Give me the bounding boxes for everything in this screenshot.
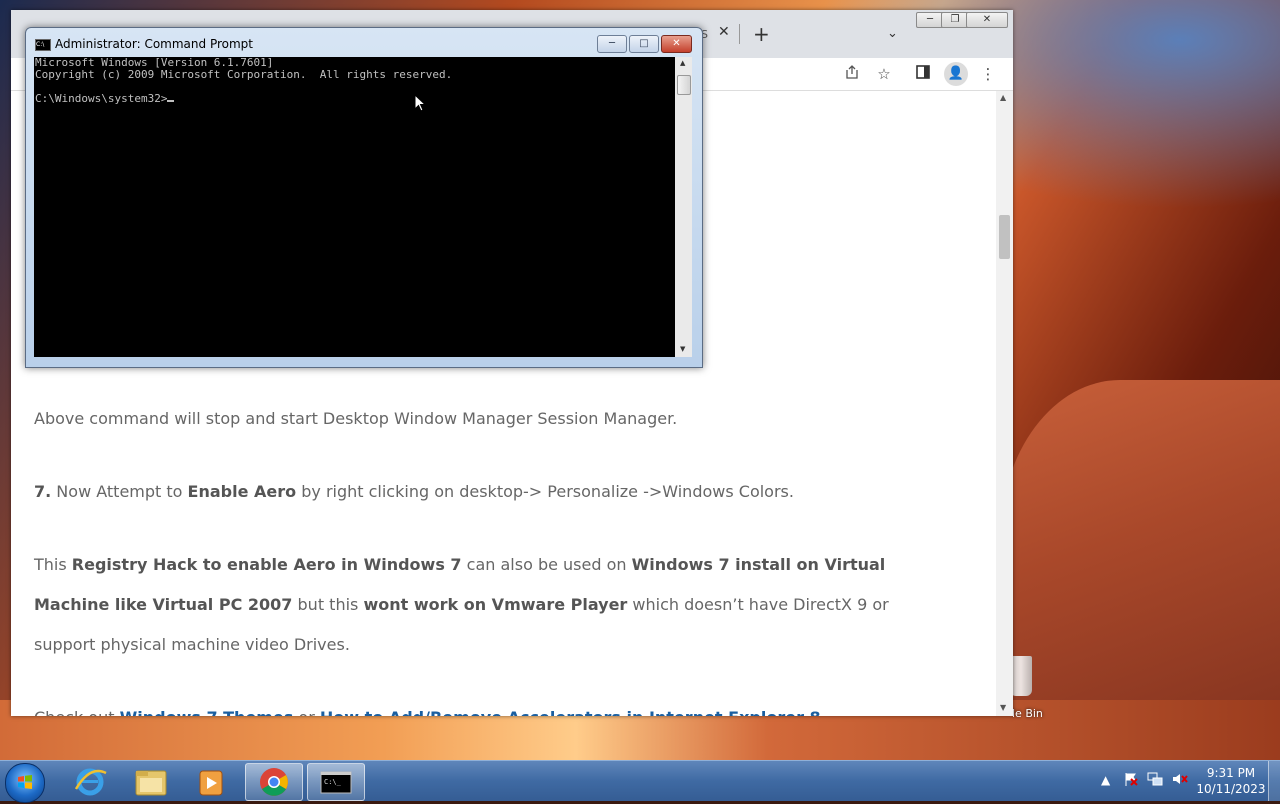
action-center-flag-icon[interactable] bbox=[1123, 771, 1139, 790]
browser-restore-button[interactable]: ❐ bbox=[941, 12, 969, 28]
paragraph-dwm: Above command will stop and start Deskto… bbox=[34, 409, 678, 428]
volume-muted-icon[interactable] bbox=[1171, 771, 1189, 790]
taskbar-internet-explorer[interactable] bbox=[62, 763, 118, 799]
taskbar: C:\_ ▲ 9:31 PM 10/11/2023 bbox=[0, 760, 1280, 803]
chrome-icon bbox=[260, 768, 288, 796]
tab-separator bbox=[739, 24, 740, 44]
tab-close-icon[interactable]: ✕ bbox=[718, 24, 730, 40]
console-scroll-down-icon[interactable]: ▼ bbox=[680, 345, 685, 353]
share-icon[interactable] bbox=[842, 64, 862, 84]
paragraph-registry-line1: This Registry Hack to enable Aero in Win… bbox=[34, 555, 886, 574]
command-prompt-window: C:\ Administrator: Command Prompt ─ □ ✕ … bbox=[25, 27, 703, 368]
paragraph-registry-line2: Machine like Virtual PC 2007 but this wo… bbox=[34, 595, 889, 614]
paragraph-check-out: Check out Windows 7 Themes or How to Add… bbox=[34, 708, 826, 716]
folder-icon bbox=[135, 770, 167, 796]
new-tab-button[interactable]: + bbox=[753, 22, 770, 46]
cmd-minimize-button[interactable]: ─ bbox=[597, 35, 627, 53]
bookmark-star-icon[interactable]: ☆ bbox=[874, 64, 894, 84]
taskbar-google-chrome[interactable] bbox=[245, 763, 303, 801]
recycle-bin-label[interactable]: le Bin bbox=[1012, 707, 1043, 720]
console-scrollbar-thumb[interactable] bbox=[677, 75, 691, 95]
paragraph-registry-line3: support physical machine video Drives. bbox=[34, 635, 350, 654]
svg-text:C:\_: C:\_ bbox=[324, 778, 342, 786]
scroll-down-icon[interactable]: ▼ bbox=[1000, 703, 1006, 712]
console-scroll-up-icon[interactable]: ▲ bbox=[680, 59, 685, 67]
show-hidden-icons-icon[interactable]: ▲ bbox=[1101, 773, 1110, 787]
cmd-app-icon[interactable]: C:\ bbox=[35, 39, 51, 51]
recycle-bin-icon[interactable] bbox=[1010, 656, 1032, 696]
side-panel-icon[interactable] bbox=[913, 64, 933, 84]
taskbar-windows-explorer[interactable] bbox=[122, 763, 178, 799]
console-line-2: Copyright (c) 2009 Microsoft Corporation… bbox=[35, 68, 453, 81]
console-scrollbar[interactable]: ▲ ▼ bbox=[675, 57, 692, 357]
profile-avatar-icon[interactable]: 👤 bbox=[944, 62, 968, 86]
windows-logo-icon bbox=[18, 775, 32, 789]
taskbar-command-prompt[interactable]: C:\_ bbox=[307, 763, 365, 801]
cmd-close-button[interactable]: ✕ bbox=[661, 35, 692, 53]
media-player-icon bbox=[199, 770, 223, 796]
page-scrollbar[interactable]: ▲ ▼ bbox=[996, 91, 1013, 716]
tab-search-chevron-icon[interactable]: ⌄ bbox=[887, 26, 898, 41]
internet-explorer-icon bbox=[74, 768, 107, 796]
console-prompt[interactable]: C:\Windows\system32> bbox=[34, 93, 675, 105]
browser-close-button[interactable]: ✕ bbox=[966, 12, 1008, 28]
command-prompt-icon: C:\_ bbox=[320, 771, 352, 794]
console-output[interactable]: Microsoft Windows [Version 6.1.7601] Cop… bbox=[34, 57, 675, 357]
link-windows7-themes[interactable]: Windows 7 Themes bbox=[120, 708, 294, 716]
start-button[interactable] bbox=[5, 763, 45, 803]
clock-date: 10/11/2023 bbox=[1196, 782, 1266, 796]
clock-time: 9:31 PM bbox=[1206, 766, 1256, 780]
mouse-pointer-icon bbox=[414, 94, 426, 112]
taskbar-media-player[interactable] bbox=[182, 763, 238, 799]
show-desktop-button[interactable] bbox=[1268, 761, 1280, 801]
browser-minimize-button[interactable]: ─ bbox=[916, 12, 944, 28]
paragraph-step7: 7. Now Attempt to Enable Aero by right c… bbox=[34, 482, 794, 501]
network-icon[interactable] bbox=[1147, 771, 1163, 790]
console-cursor bbox=[167, 100, 175, 102]
system-clock[interactable]: 9:31 PM 10/11/2023 bbox=[1196, 765, 1266, 797]
scrollbar-thumb[interactable] bbox=[999, 215, 1010, 259]
cmd-window-title: Administrator: Command Prompt bbox=[55, 37, 253, 51]
link-ie8-accelerators[interactable]: How to Add/Remove Accelerators in Intern… bbox=[320, 708, 821, 716]
cmd-maximize-button[interactable]: □ bbox=[629, 35, 659, 53]
scroll-up-icon[interactable]: ▲ bbox=[1000, 93, 1006, 102]
chrome-menu-icon[interactable]: ⋮ bbox=[978, 64, 998, 84]
